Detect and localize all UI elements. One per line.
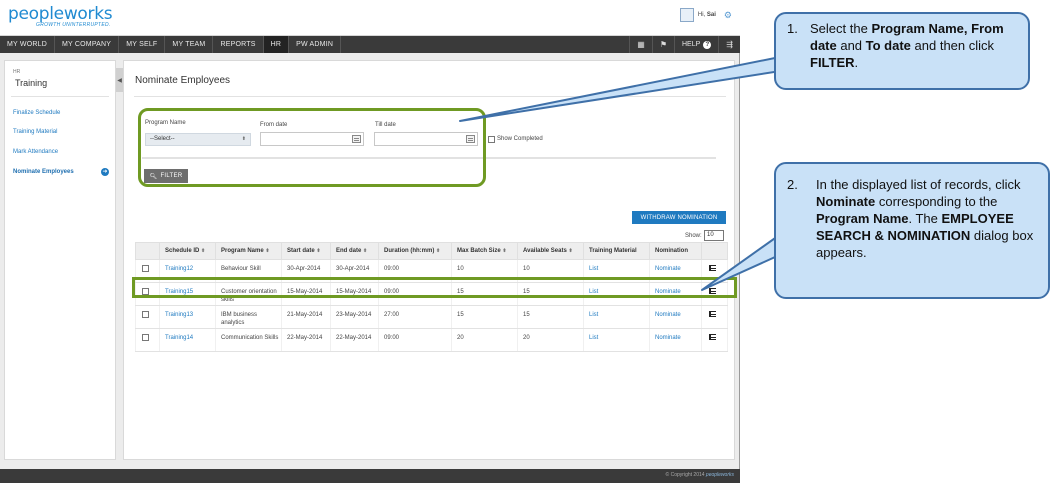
callout-step-text: In the displayed list of records, click … xyxy=(816,177,1034,260)
screenshot-stage: peopleworks GROWTH UNINTERRUPTED. Hi, Sa… xyxy=(0,0,1050,483)
callout-step-2: 2. In the displayed list of records, cli… xyxy=(774,162,1050,299)
callout-step-text: Select the Program Name, From date and T… xyxy=(810,21,1004,70)
callout-1-pointer xyxy=(459,56,788,122)
callout-2-pointer xyxy=(701,235,785,291)
callout-step-1: 1. Select the Program Name, From date an… xyxy=(774,12,1030,90)
callout-step-number: 2. xyxy=(787,177,798,192)
callout-step-number: 1. xyxy=(787,21,798,36)
